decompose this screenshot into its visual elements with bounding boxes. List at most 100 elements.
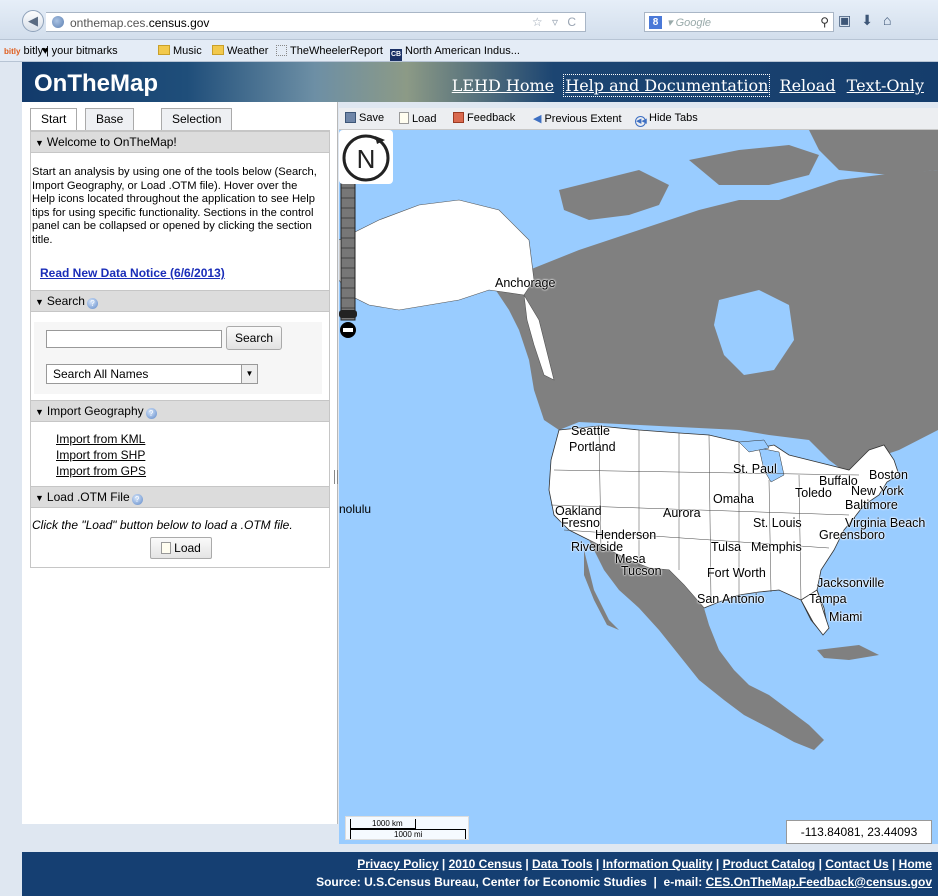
site-title: OnTheMap	[34, 70, 158, 97]
nav-lehd-home[interactable]: LEHD Home	[452, 76, 554, 95]
tab-start[interactable]: Start	[30, 108, 78, 131]
section-welcome-title: Welcome to OnTheMap!	[46, 135, 177, 149]
section-welcome[interactable]: ▼ Welcome to OnTheMap!	[30, 131, 330, 153]
help-icon[interactable]: ?	[131, 494, 143, 505]
save-button[interactable]: Save	[345, 112, 384, 124]
chevron-down-icon: ▼	[241, 365, 257, 383]
city-label: Anchorage	[495, 276, 556, 290]
save-label: Save	[359, 112, 385, 124]
map-toolbar: Save Load Feedback ◀ Previous Extent ◀◀ Hi…	[339, 108, 938, 130]
document-icon	[161, 542, 172, 554]
city-label: Tucson	[621, 564, 662, 578]
footer-link-data-tools[interactable]: Data Tools	[532, 857, 592, 871]
bookmarks-bar: bitly bitly | ♥ your bitmarks Music Weat…	[0, 40, 938, 62]
city-label: Tulsa	[711, 540, 742, 554]
search-type-select[interactable]: Search All Names ▼	[46, 364, 258, 384]
download-icon[interactable]: ⬇	[861, 12, 883, 28]
previous-extent-label: Previous Extent	[544, 113, 622, 125]
search-input[interactable]	[46, 330, 222, 348]
city-label: Fort Worth	[707, 566, 766, 580]
browser-window: ◀ onthemap.ces.census.gov ☆ ▿ C 8 ▾ Goog…	[0, 0, 938, 896]
footer-email-link[interactable]: CES.OnTheMap.Feedback@census.gov	[706, 875, 932, 889]
browser-toolbar: ◀ onthemap.ces.census.gov ☆ ▿ C 8 ▾ Goog…	[0, 0, 938, 40]
footer-link-information-quality[interactable]: Information Quality	[603, 857, 713, 871]
tab-base-map[interactable]: Base Map	[85, 108, 135, 147]
floppy-icon	[345, 112, 356, 123]
bookmark-weather[interactable]: Weather	[212, 45, 268, 57]
search-button[interactable]: Search	[226, 326, 282, 350]
address-bar[interactable]: onthemap.ces.census.gov ☆ ▿ C	[46, 12, 586, 32]
import-shp-link[interactable]: Import from SHP	[56, 448, 145, 462]
import-kml-link[interactable]: Import from KML	[56, 432, 145, 446]
welcome-text: Start an analysis by using one of the to…	[32, 166, 317, 246]
nav-reload[interactable]: Reload	[780, 76, 836, 95]
hide-tabs-button[interactable]: ◀◀ Hide Tabs	[635, 112, 698, 127]
bookmark-north-american-label: North American Indus...	[405, 45, 520, 57]
city-label: New York	[851, 484, 904, 498]
section-load-title: Load .OTM File	[46, 490, 130, 504]
city-label: Greensboro	[819, 528, 886, 542]
city-label: San Antonio	[697, 592, 765, 606]
search-engine-name: Google	[675, 17, 712, 29]
bookmark-music[interactable]: Music	[158, 45, 202, 57]
bookmark-wheelerreport[interactable]: TheWheelerReport	[276, 45, 383, 57]
feedback-button[interactable]: Feedback	[453, 112, 515, 124]
city-label: Jacksonville	[817, 576, 885, 590]
city-label-honolulu: nolulu	[339, 502, 372, 516]
bookmark-bitly-label: bitly	[23, 45, 44, 57]
previous-extent-button[interactable]: ◀ Previous Extent	[533, 112, 622, 125]
browser-search-bar[interactable]: 8 ▾ Google ⚲	[644, 12, 834, 32]
collapse-arrow-icon: ▼	[35, 297, 44, 307]
section-search-title: Search	[46, 294, 85, 308]
reload-icon[interactable]: ☆ ▿ C	[532, 15, 579, 29]
load-otm-button[interactable]: Load	[150, 537, 212, 559]
arctic-island	[559, 170, 669, 220]
tab-selection[interactable]: Selection	[161, 108, 233, 130]
city-label: St. Louis	[753, 516, 802, 530]
city-label: Baltimore	[845, 498, 898, 512]
load-button-label: Load	[174, 541, 201, 555]
city-label: Memphis	[751, 540, 802, 554]
search-engine-label: ▾ Google	[667, 17, 712, 29]
bookmark-weather-label: Weather	[227, 45, 269, 57]
page-icon	[276, 45, 287, 56]
section-import-title: Import Geography	[46, 404, 144, 418]
arctic-island	[689, 145, 819, 185]
nav-text-only[interactable]: Text-Only	[847, 76, 924, 95]
folder-icon	[212, 45, 224, 55]
data-notice-link[interactable]: Read New Data Notice (6/6/2013)	[40, 266, 225, 280]
city-label: Miami	[829, 610, 863, 624]
url-prefix: onthemap.ces.	[70, 16, 149, 30]
footer-link-privacy[interactable]: Privacy Policy	[357, 857, 438, 871]
toolbar-menu-icon[interactable]: ▣	[838, 12, 861, 28]
city-label: Portland	[569, 440, 616, 454]
panel-splitter[interactable]	[334, 470, 338, 484]
collapse-arrow-icon: ▼	[35, 138, 44, 148]
magnifier-icon[interactable]: ⚲	[820, 15, 829, 29]
city-label: Omaha	[713, 492, 754, 506]
globe-icon	[52, 16, 64, 28]
collapse-arrow-icon: ▼	[35, 493, 44, 503]
back-button[interactable]: ◀	[22, 10, 44, 32]
help-icon[interactable]: ?	[145, 408, 157, 419]
home-icon[interactable]: ⌂	[883, 12, 901, 28]
map-canvas[interactable]: Anchorage Seattle Portland St. Paul Buff…	[339, 130, 938, 844]
bookmark-north-american[interactable]: CB North American Indus...	[390, 45, 520, 61]
section-load-otm[interactable]: ▼ Load .OTM File?	[30, 486, 330, 508]
bookmark-bitmarks[interactable]: ♥ your bitmarks	[42, 45, 118, 57]
help-icon[interactable]: ?	[86, 298, 98, 309]
import-gps-link[interactable]: Import from GPS	[56, 464, 146, 478]
footer-link-contact-us[interactable]: Contact Us	[825, 857, 888, 871]
section-import-geography[interactable]: ▼ Import Geography?	[30, 400, 330, 422]
bitly-icon: bitly	[4, 47, 21, 56]
nav-help-documentation[interactable]: Help and Documentation	[563, 74, 771, 97]
site-footer: Privacy Policy | 2010 Census | Data Tool…	[22, 852, 938, 896]
bookmark-music-label: Music	[173, 45, 202, 57]
load-button[interactable]: Load	[399, 112, 436, 125]
section-search[interactable]: ▼ Search?	[30, 290, 330, 312]
footer-link-product-catalog[interactable]: Product Catalog	[723, 857, 816, 871]
footer-link-2010-census[interactable]: 2010 Census	[449, 857, 522, 871]
scale-km: 1000 km	[372, 819, 403, 828]
cuba	[817, 645, 879, 660]
footer-link-home[interactable]: Home	[899, 857, 932, 871]
